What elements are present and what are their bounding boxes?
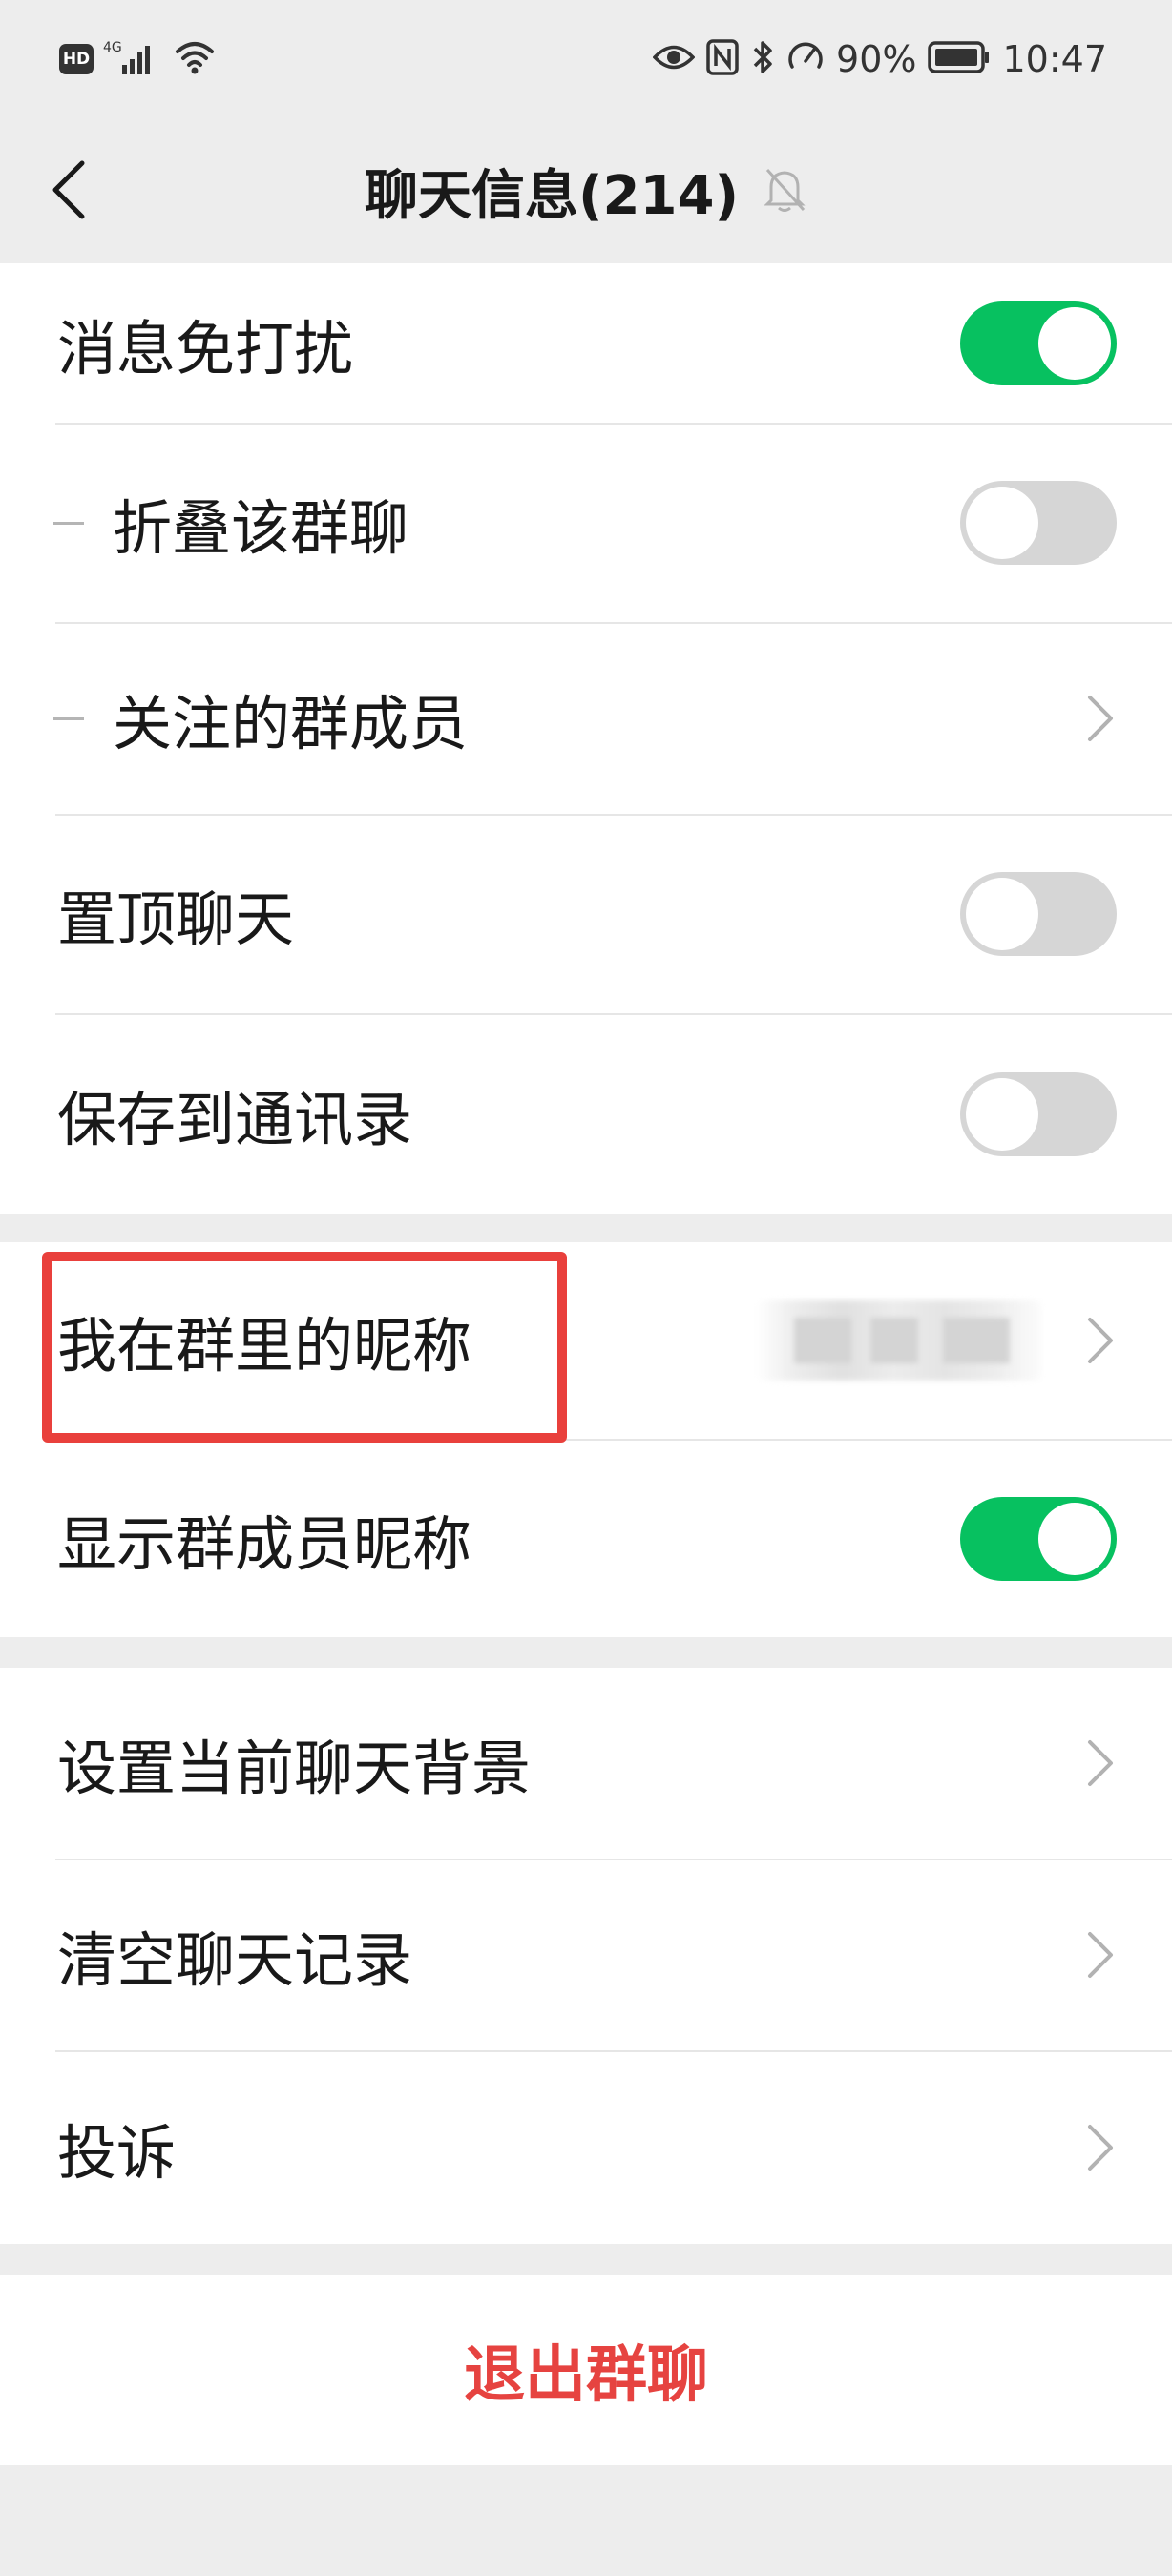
signal-icon: 4G [103,38,164,80]
fold-chat-label: 折叠该群聊 [113,493,409,563]
nfc-icon [706,39,739,79]
fold-chat-toggle[interactable] [960,481,1117,565]
exit-group-label: 退出群聊 [464,2340,708,2411]
mute-label: 消息免打扰 [57,314,354,384]
chevron-right-icon [1088,1932,1113,1978]
toggle-knob [1038,307,1111,380]
page-title: 聊天信息(214) [364,164,740,227]
settings-group-manage: 设置当前聊天背景 清空聊天记录 投诉 [0,1668,1172,2244]
toggle-knob [966,878,1038,950]
toggle-knob [1038,1502,1111,1575]
sub-dash [53,717,84,720]
blur-block [870,1318,918,1363]
chat-background-label: 设置当前聊天背景 [57,1734,532,1803]
row-save-to-contacts[interactable]: 保存到通讯录 [0,1014,1172,1214]
chevron-right-icon [1088,1318,1113,1363]
hd-badge: HD [59,44,94,74]
wifi-icon [174,38,216,80]
clear-history-label: 清空聊天记录 [57,1925,413,1995]
followed-members-label: 关注的群成员 [113,689,469,758]
battery-percent: 90% [836,38,917,80]
title-bar: 聊天信息(214) [0,116,1172,263]
row-chat-background[interactable]: 设置当前聊天背景 [0,1668,1172,1859]
show-nicknames-label: 显示群成员昵称 [57,1508,472,1579]
settings-group-chat: 消息免打扰 折叠该群聊 关注的群成员 置顶聊天 保存到通讯录 [0,263,1172,1214]
chevron-right-icon [1088,1740,1113,1786]
nickname-value-blurred [756,1300,1042,1381]
blur-block [943,1318,1010,1363]
row-clear-history[interactable]: 清空聊天记录 [0,1859,1172,2050]
mute-toggle[interactable] [960,301,1117,385]
sub-dash [53,521,84,525]
save-to-contacts-label: 保存到通讯录 [57,1084,413,1154]
toggle-knob [966,487,1038,559]
signal-label: 4G [103,40,122,55]
status-bar: HD 4G 90% 10:47 [0,0,1172,116]
show-nicknames-toggle[interactable] [960,1496,1117,1581]
eye-icon [652,41,696,77]
row-pin-chat[interactable]: 置顶聊天 [0,815,1172,1013]
chevron-right-icon [1088,2125,1113,2171]
row-report[interactable]: 投诉 [0,2051,1172,2244]
battery-icon [928,40,991,78]
toggle-knob [966,1077,1038,1151]
row-fold-chat[interactable]: 折叠该群聊 [0,424,1172,622]
highlight-annotation-box [42,1252,567,1443]
row-mute[interactable]: 消息免打扰 [0,263,1172,424]
row-followed-members[interactable]: 关注的群成员 [0,623,1172,814]
exit-group-section: 退出群聊 [0,2275,1172,2465]
row-show-nicknames[interactable]: 显示群成员昵称 [0,1440,1172,1637]
followed-members-label-wrap: 关注的群成员 [53,623,468,814]
fold-chat-label-wrap: 折叠该群聊 [53,424,408,622]
status-left: HD 4G [59,38,216,80]
status-right: 90% 10:47 [652,36,1107,82]
muted-bell-icon [762,164,807,218]
blur-block [794,1318,851,1363]
save-to-contacts-toggle[interactable] [960,1071,1117,1156]
report-label: 投诉 [57,2118,177,2188]
exit-group-button[interactable]: 退出群聊 [0,2275,1172,2465]
pin-chat-toggle[interactable] [960,872,1117,956]
clock: 10:47 [1002,38,1107,80]
title-wrap: 聊天信息(214) [0,151,1172,231]
speed-gauge-icon [786,38,825,80]
chevron-right-icon [1088,696,1113,741]
pin-chat-label: 置顶聊天 [57,884,295,954]
bluetooth-icon [750,38,775,80]
